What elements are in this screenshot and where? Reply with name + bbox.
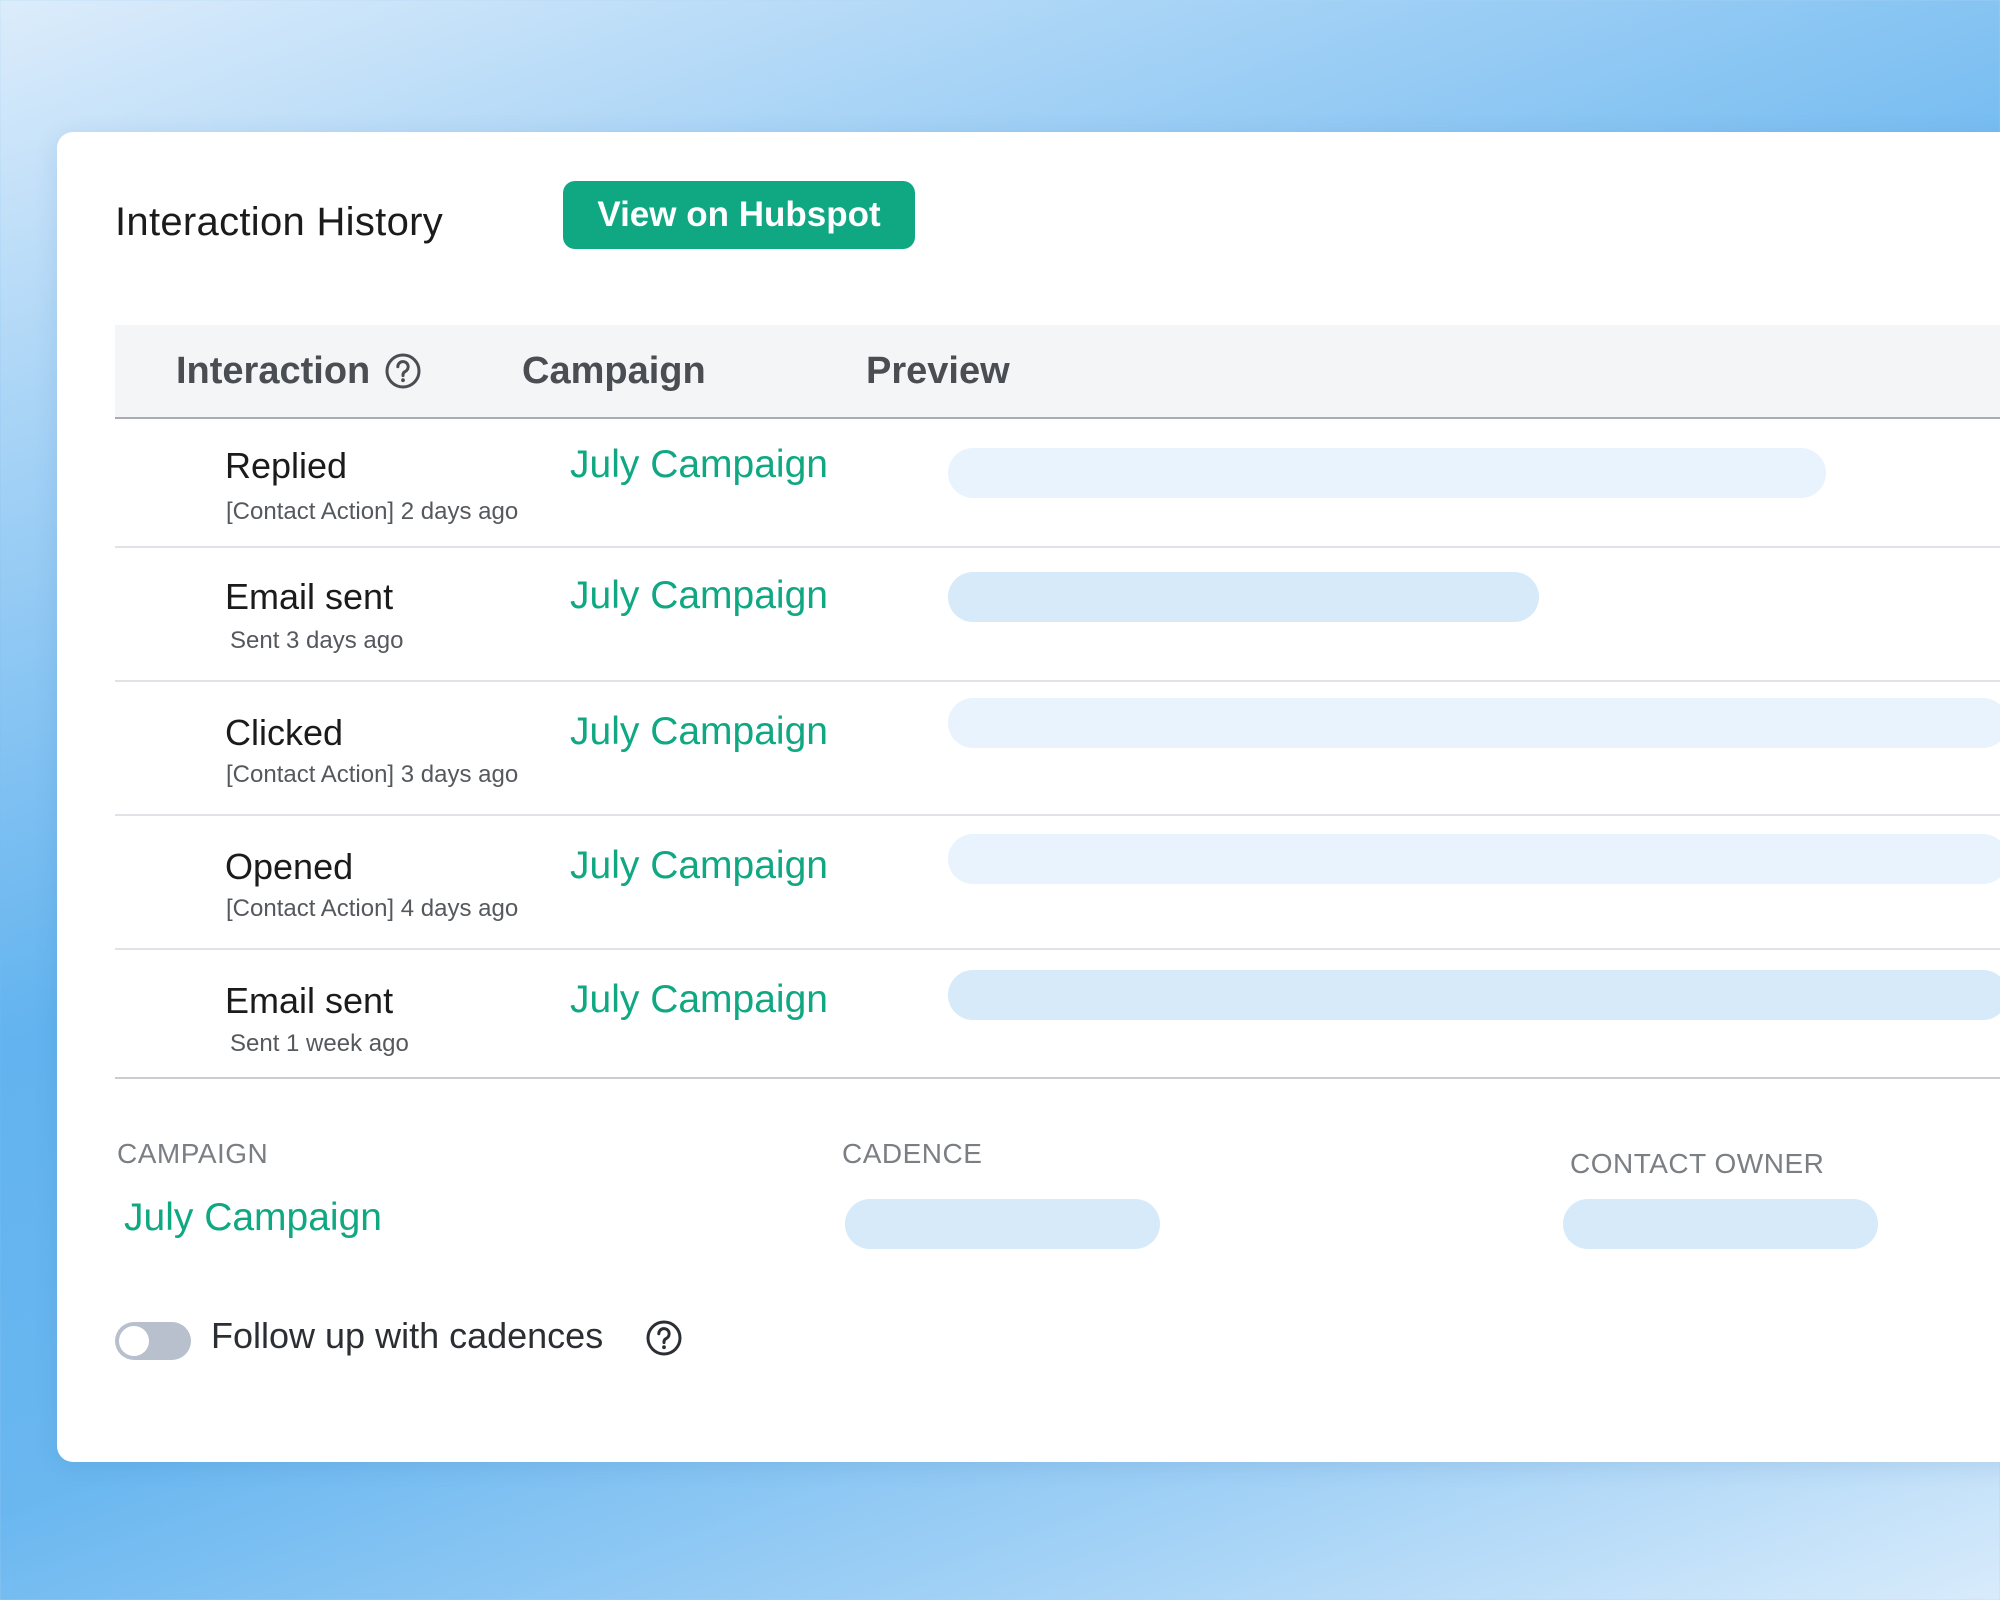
interaction-detail: [Contact Action] 2 days ago: [226, 498, 519, 525]
preview-placeholder: [948, 970, 2000, 1020]
contact-owner-label: CONTACT OWNER: [1570, 1148, 1825, 1179]
preview-placeholder: [948, 448, 1826, 498]
table-row[interactable]: Replied [Contact Action] 2 days ago July…: [115, 419, 2000, 548]
help-icon[interactable]: [384, 352, 422, 390]
campaign-link[interactable]: July Campaign: [570, 574, 828, 618]
preview-placeholder: [948, 834, 2000, 884]
campaign-link[interactable]: July Campaign: [570, 443, 828, 487]
table-row[interactable]: Opened [Contact Action] 4 days ago July …: [115, 816, 2000, 950]
interaction-type: Opened: [225, 846, 354, 887]
interaction-table: Interaction Campaign Preview Replied [Co…: [115, 325, 2000, 1079]
table-header: Interaction Campaign Preview: [115, 325, 2000, 419]
cadence-label: CADENCE: [842, 1138, 983, 1169]
view-on-hubspot-button[interactable]: View on Hubspot: [563, 181, 915, 249]
card-title: Interaction History: [115, 200, 444, 244]
campaign-link[interactable]: July Campaign: [570, 978, 828, 1022]
toggle-knob: [119, 1326, 149, 1356]
table-row[interactable]: Email sent Sent 1 week ago July Campaign: [115, 950, 2000, 1079]
campaign-link[interactable]: July Campaign: [570, 844, 828, 888]
cadence-select[interactable]: [845, 1199, 1160, 1249]
interaction-type: Email sent: [225, 576, 394, 617]
interaction-type: Clicked: [225, 712, 344, 753]
follow-up-label: Follow up with cadences: [211, 1315, 604, 1356]
footer-campaign-link[interactable]: July Campaign: [124, 1196, 382, 1240]
help-icon[interactable]: [645, 1319, 683, 1357]
interaction-detail: Sent 3 days ago: [230, 627, 404, 654]
interaction-detail: [Contact Action] 3 days ago: [226, 761, 519, 788]
campaign-link[interactable]: July Campaign: [570, 710, 828, 754]
preview-placeholder: [948, 572, 1539, 622]
interaction-detail: [Contact Action] 4 days ago: [226, 895, 519, 922]
contact-owner-select[interactable]: [1563, 1199, 1878, 1249]
table-row[interactable]: Clicked [Contact Action] 3 days ago July…: [115, 682, 2000, 816]
column-header-preview[interactable]: Preview: [866, 325, 1010, 417]
column-header-campaign[interactable]: Campaign: [522, 325, 706, 417]
campaign-label: CAMPAIGN: [117, 1138, 269, 1169]
table-row[interactable]: Email sent Sent 3 days ago July Campaign: [115, 548, 2000, 682]
interaction-type: Replied: [225, 445, 348, 486]
follow-up-toggle[interactable]: [115, 1322, 191, 1360]
preview-placeholder: [948, 698, 2000, 748]
column-header-interaction[interactable]: Interaction: [176, 325, 422, 417]
interaction-history-card: Interaction History View on Hubspot Inte…: [57, 132, 2000, 1462]
interaction-detail: Sent 1 week ago: [230, 1030, 409, 1057]
column-header-interaction-label: Interaction: [176, 349, 371, 392]
interaction-type: Email sent: [225, 980, 394, 1021]
